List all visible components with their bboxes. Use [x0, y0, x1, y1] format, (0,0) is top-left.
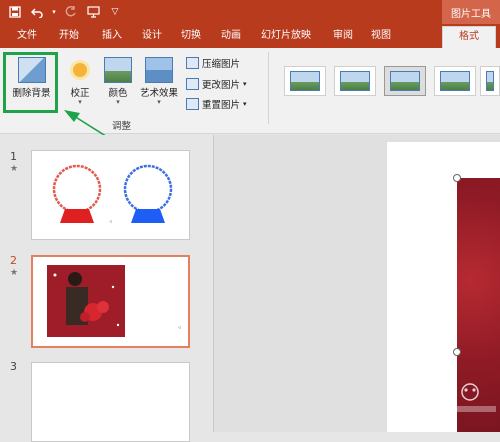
- animation-star-icon: ★: [10, 164, 19, 174]
- svg-text:◃: ◃: [178, 324, 181, 331]
- slide-1-graphic: ◃: [52, 164, 173, 225]
- slide-2-graphic: ◃: [47, 265, 181, 337]
- slide-thumbnail-3[interactable]: [31, 362, 190, 442]
- slide-thumbnail-2[interactable]: ◃: [31, 255, 190, 348]
- resize-handle[interactable]: [453, 348, 461, 356]
- slide-number: 1: [10, 150, 17, 163]
- slide-number: 3: [10, 360, 17, 373]
- resize-handle[interactable]: [453, 174, 461, 182]
- watermark-logo: [400, 378, 500, 418]
- slide-number: 2: [10, 254, 17, 267]
- animation-star-icon: ★: [10, 268, 19, 278]
- slide-thumbnail-1[interactable]: ◃: [31, 150, 190, 240]
- svg-text:◃: ◃: [109, 218, 112, 225]
